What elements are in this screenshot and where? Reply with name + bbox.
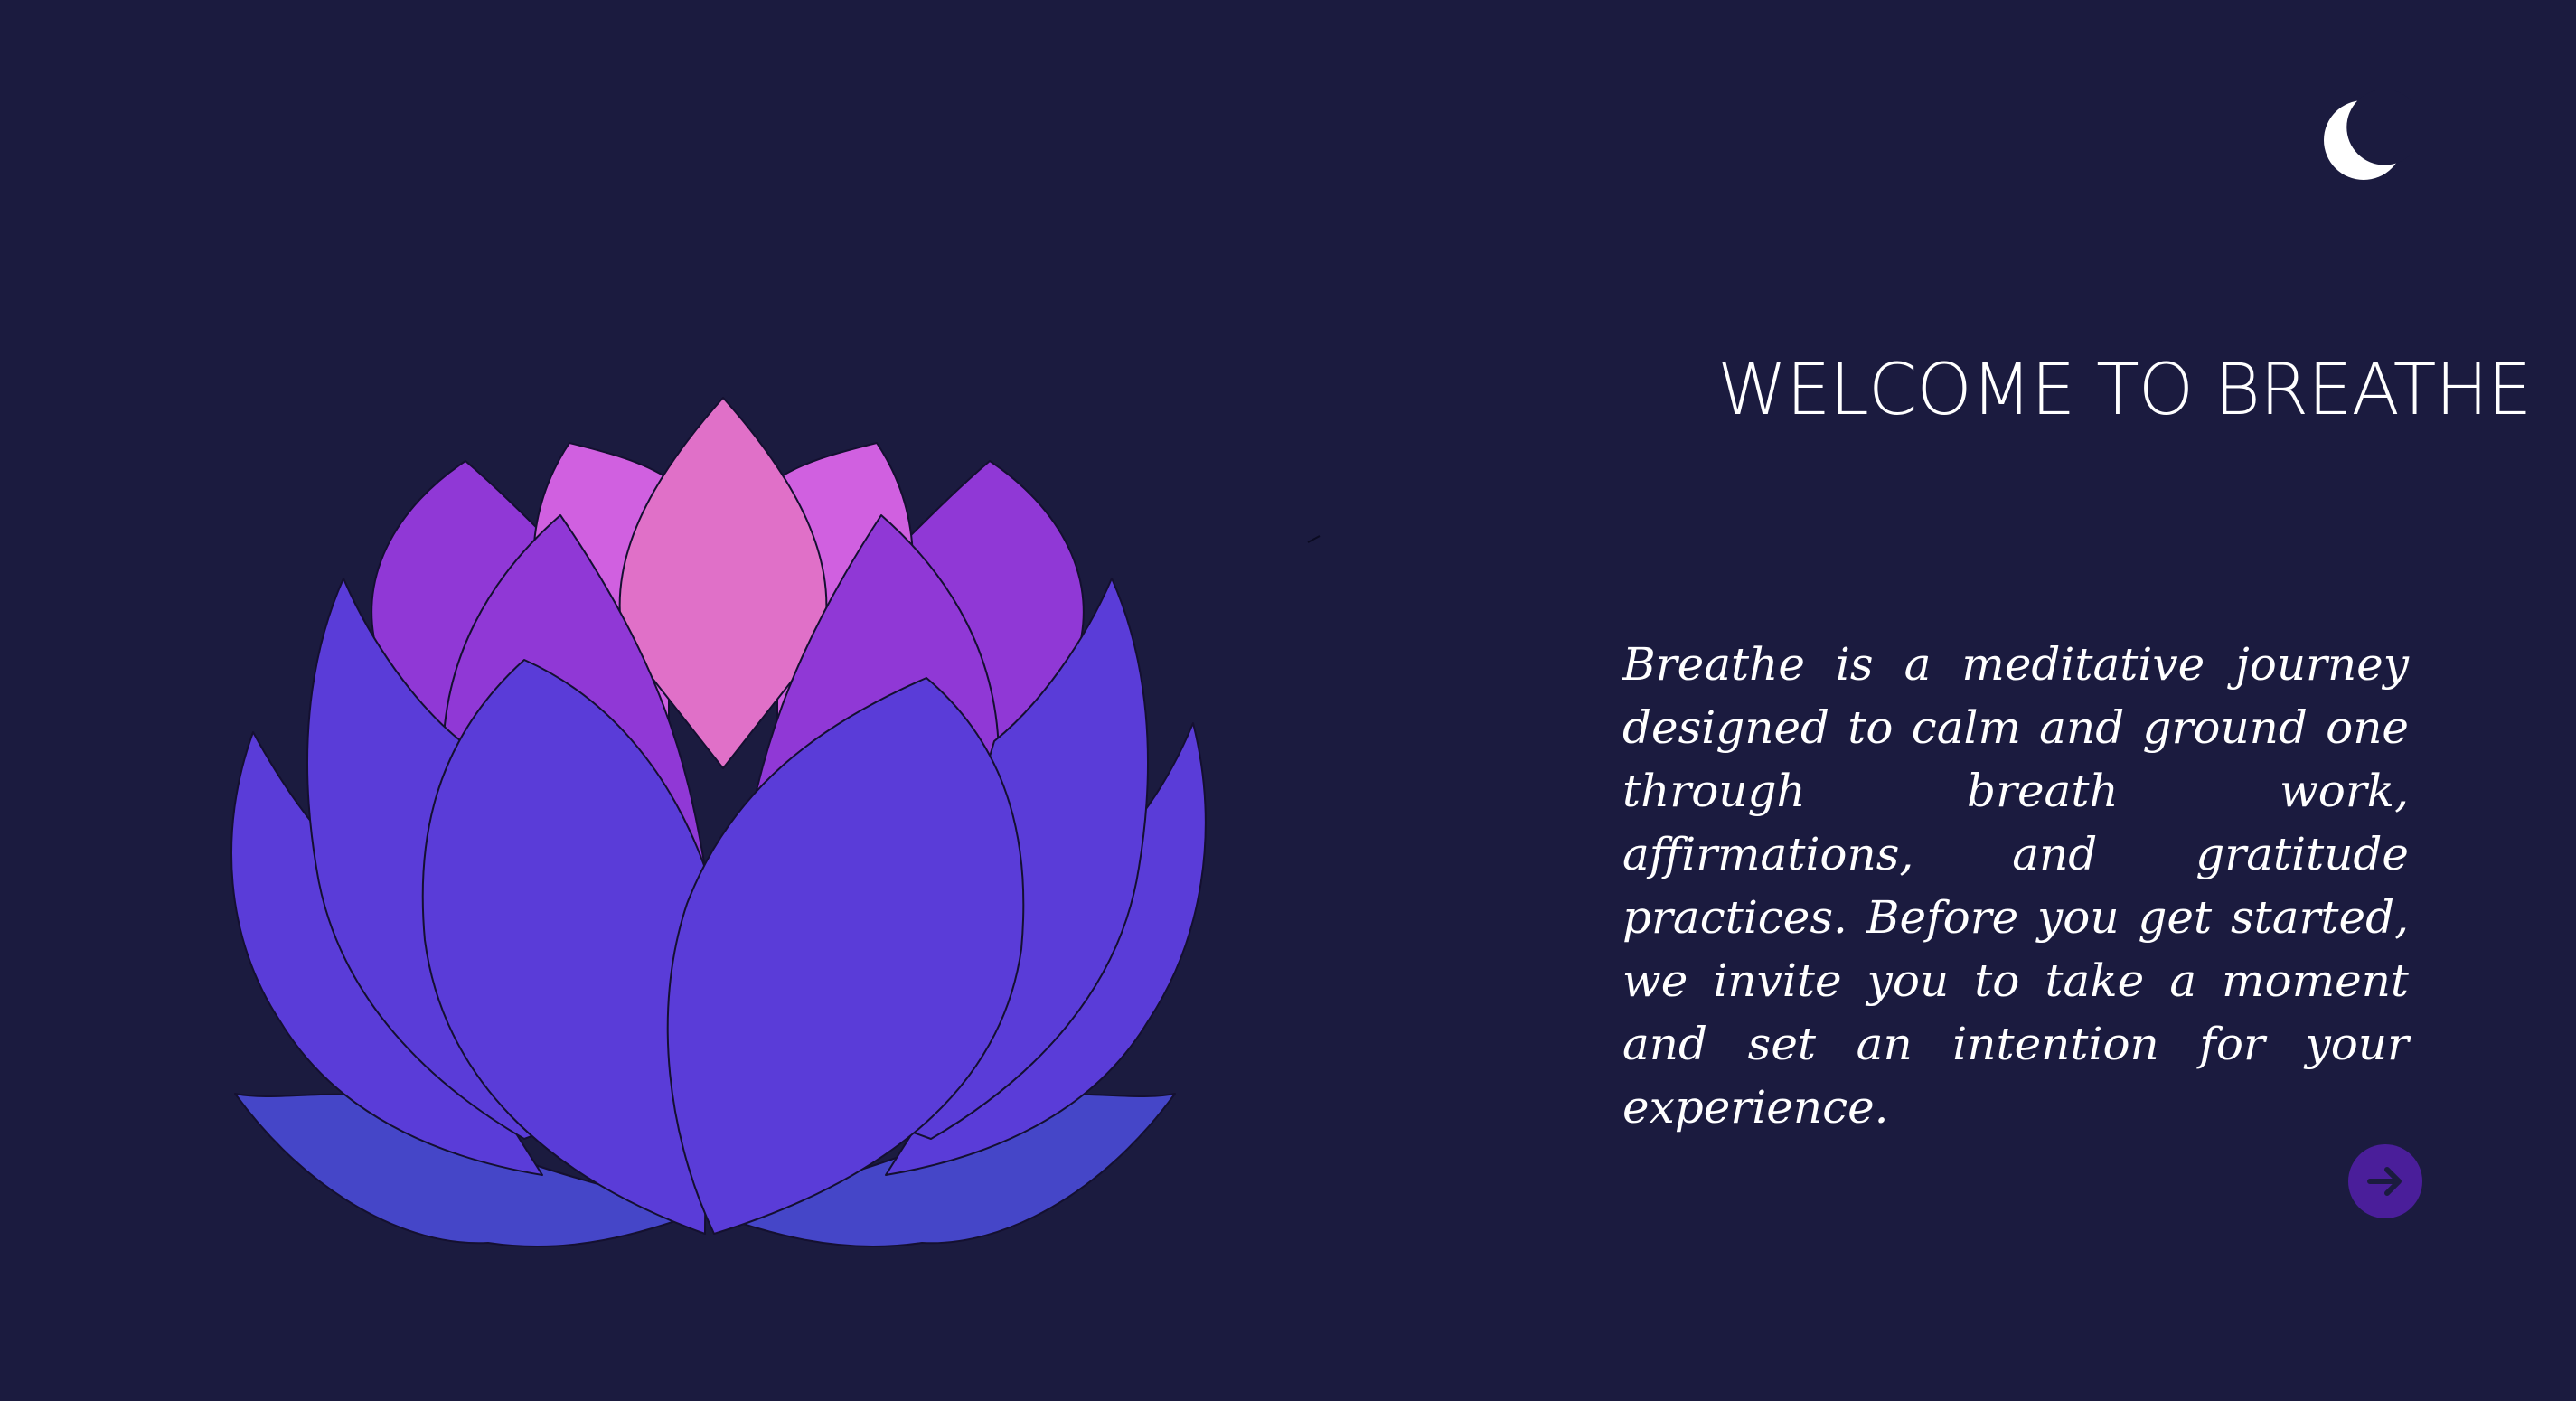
intro-description: Breathe is a meditative journey designed… — [1622, 638, 2409, 1133]
arrow-right-icon — [2367, 1167, 2402, 1196]
moon-icon[interactable] — [2314, 90, 2413, 190]
decorative-mark — [1307, 530, 1321, 543]
page-title: WELCOME TO BREATHE — [1717, 350, 2532, 431]
lotus-illustration — [199, 362, 1247, 1283]
next-button[interactable] — [2348, 1144, 2422, 1218]
